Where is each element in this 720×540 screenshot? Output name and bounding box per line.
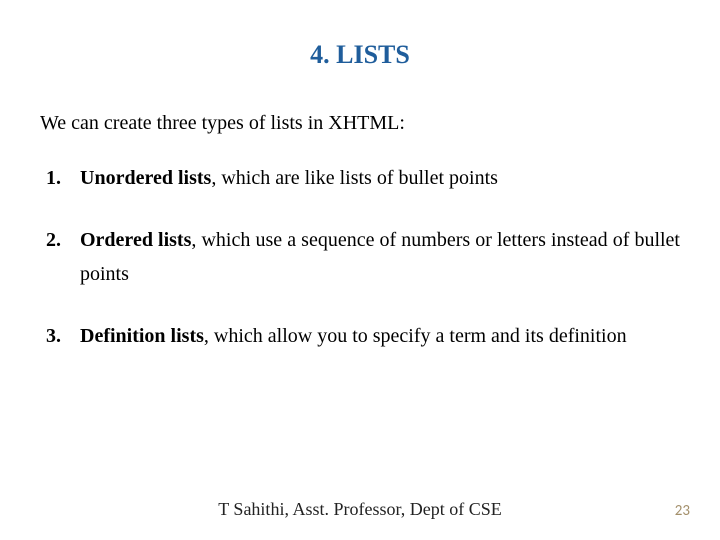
intro-text: We can create three types of lists in XH… bbox=[40, 112, 680, 135]
item-rest: , which are like lists of bullet points bbox=[211, 167, 498, 189]
slide-title: 4. LISTS bbox=[40, 40, 680, 70]
item-term: Ordered lists bbox=[80, 229, 191, 251]
item-number: 2. bbox=[46, 223, 80, 291]
list-item: 1. Unordered lists, which are like lists… bbox=[46, 161, 680, 195]
page-number: 23 bbox=[675, 502, 690, 520]
list-item: 2. Ordered lists, which use a sequence o… bbox=[46, 223, 680, 291]
item-term: Unordered lists bbox=[80, 167, 211, 189]
item-text: Unordered lists, which are like lists of… bbox=[80, 161, 680, 195]
footer-author: T Sahithi, Asst. Professor, Dept of CSE bbox=[0, 499, 720, 520]
item-number: 1. bbox=[46, 161, 80, 195]
item-rest: , which allow you to specify a term and … bbox=[204, 325, 627, 347]
item-text: Definition lists, which allow you to spe… bbox=[80, 319, 680, 353]
item-text: Ordered lists, which use a sequence of n… bbox=[80, 223, 680, 291]
item-number: 3. bbox=[46, 319, 80, 353]
item-term: Definition lists bbox=[80, 325, 204, 347]
list-container: 1. Unordered lists, which are like lists… bbox=[40, 161, 680, 353]
list-item: 3. Definition lists, which allow you to … bbox=[46, 319, 680, 353]
